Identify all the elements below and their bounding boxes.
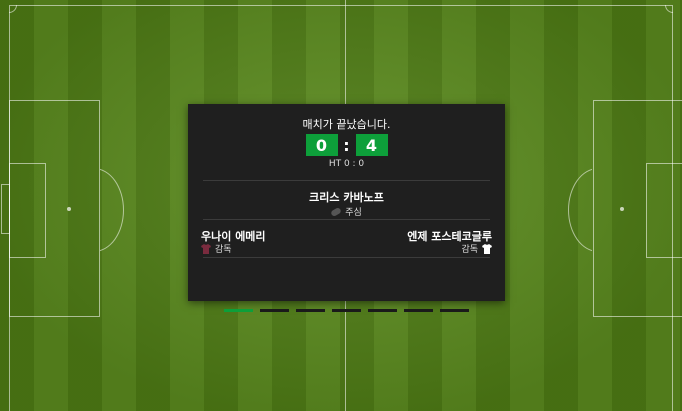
divider: [203, 180, 490, 181]
pagination-dot[interactable]: [224, 309, 253, 312]
away-manager-role-row: 감독: [461, 242, 492, 255]
left-goal: [1, 184, 10, 234]
home-manager-role: 감독: [215, 245, 232, 255]
pagination-dot[interactable]: [404, 309, 433, 312]
halftime-score: HT 0 : 0: [328, 159, 365, 169]
left-penalty-spot: [67, 207, 71, 211]
pagination-dot[interactable]: [368, 309, 397, 312]
scoreboard: 0 : 4: [188, 134, 505, 156]
carousel-pagination: [224, 309, 476, 312]
match-status: 매치가 끝났습니다.: [302, 118, 391, 131]
right-goal-box: [646, 163, 682, 258]
divider: [203, 257, 490, 258]
divider: [203, 219, 490, 220]
shirt-icon: [482, 243, 492, 254]
shirt-icon: [201, 243, 211, 254]
home-score: 0: [305, 134, 338, 156]
right-penalty-spot: [620, 207, 624, 211]
referee-role-row: 주심: [188, 205, 505, 218]
pagination-dot[interactable]: [332, 309, 361, 312]
away-score: 4: [355, 134, 388, 156]
pagination-dot[interactable]: [260, 309, 289, 312]
pagination-dot[interactable]: [440, 309, 469, 312]
pagination-dot[interactable]: [296, 309, 325, 312]
whistle-icon: [330, 206, 343, 217]
match-summary-card: 매치가 끝났습니다. 0 : 4 HT 0 : 0 크리스 카바노프 주심 우나…: [188, 104, 505, 301]
left-goal-box: [9, 163, 46, 258]
score-separator: :: [343, 135, 350, 155]
home-manager-role-row: 감독: [201, 242, 232, 255]
referee-role: 주심: [345, 208, 362, 218]
referee-name: 크리스 카바노프: [309, 191, 384, 204]
away-manager-role: 감독: [461, 245, 478, 255]
